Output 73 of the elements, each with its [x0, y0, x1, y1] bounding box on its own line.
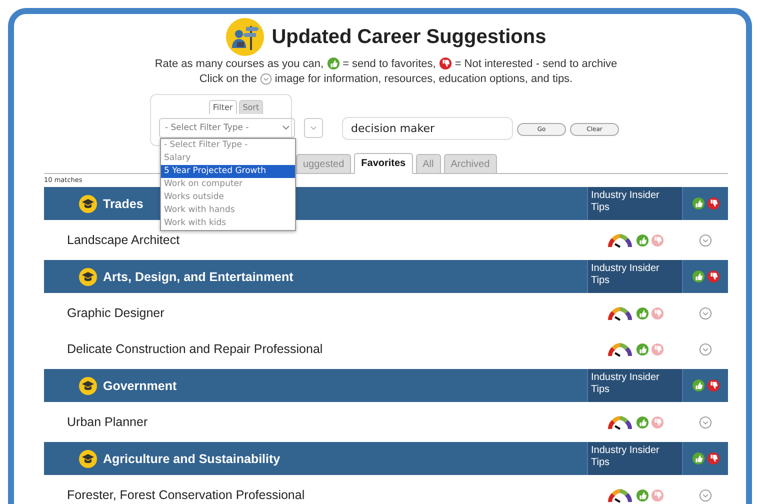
gauge-icon: [606, 305, 634, 321]
thumbs-up-icon: [692, 452, 704, 465]
panel-tab[interactable]: Filter: [208, 100, 237, 114]
expand-chevron-icon[interactable]: [699, 488, 712, 502]
expand-chevron-icon[interactable]: [699, 416, 712, 428]
dropdown-option[interactable]: Work with kids: [161, 217, 295, 230]
instruction-text: = Not interested - send to archive: [454, 58, 618, 70]
panel-tab[interactable]: Sort: [238, 100, 264, 114]
page-title: Updated Career Suggestions: [272, 26, 546, 48]
thumbs-down-icon: [706, 270, 720, 283]
search-field[interactable]: decision maker: [342, 117, 513, 140]
expand-chevron-icon[interactable]: [699, 306, 712, 320]
dropdown-option[interactable]: Salary: [161, 152, 295, 165]
thumbs-up-icon: [326, 57, 340, 70]
thumbs-up-icon: [692, 270, 704, 283]
tips-header: Industry Insider Tips: [587, 442, 683, 475]
category-name: Arts, Design, and Entertainment: [103, 270, 294, 284]
filter-type-select[interactable]: - Select Filter Type -: [159, 118, 295, 138]
list-tab[interactable]: uggested: [296, 154, 352, 173]
tips-header: Industry Insider Tips: [587, 187, 683, 220]
graduation-cap-icon: [79, 194, 97, 212]
thumbs-down-icon: [438, 57, 452, 70]
instruction-text: Rate as many courses as you can,: [154, 58, 324, 70]
graduation-cap-icon: [79, 450, 97, 468]
expand-chevron-icon[interactable]: [699, 342, 712, 356]
tips-header: Industry Insider Tips: [587, 369, 683, 402]
thumbs-down-button[interactable]: [651, 488, 664, 502]
dropdown-option[interactable]: 5 Year Projected Growth: [161, 165, 295, 178]
gauge-icon: [606, 414, 634, 430]
thumbs-down-icon: [706, 197, 720, 210]
category-name: Government: [103, 378, 177, 392]
graduation-cap-icon: [79, 376, 97, 394]
list-tab[interactable]: All: [416, 154, 441, 173]
thumbs-up-button[interactable]: [636, 234, 649, 246]
caret-icon: [310, 126, 317, 130]
dropdown-option[interactable]: - Select Filter Type -: [161, 139, 295, 152]
career-name: Landscape Architect: [66, 233, 181, 247]
caret-icon: [282, 125, 290, 131]
thumbs-down-icon: [706, 452, 720, 465]
thumbs-up-icon: [692, 379, 704, 392]
thumbs-up-button[interactable]: [636, 488, 649, 502]
thumbs-up-button[interactable]: [636, 416, 649, 428]
thumbs-down-button[interactable]: [651, 306, 664, 320]
instruction-text: Click on the: [199, 72, 257, 84]
gauge-icon: [606, 341, 634, 357]
thumbs-up-icon: [692, 197, 704, 210]
dropdown-option[interactable]: Work on computer: [161, 178, 295, 191]
list-tab[interactable]: Archived: [444, 154, 497, 173]
filter-value-select[interactable]: [304, 118, 323, 138]
tips-header: Industry Insider Tips: [587, 260, 683, 293]
list-tab[interactable]: Favorites: [354, 153, 413, 174]
thumbs-up-button[interactable]: [636, 306, 649, 320]
chevron-circle-icon[interactable]: [260, 72, 272, 84]
career-name: Forester, Forest Conservation Professional: [66, 488, 306, 502]
category-name: Agriculture and Sustainability: [103, 452, 280, 466]
thumbs-down-button[interactable]: [651, 234, 664, 246]
thumbs-down-icon: [706, 379, 720, 392]
gauge-icon: [606, 487, 634, 503]
thumbs-down-button[interactable]: [651, 416, 664, 428]
career-name: Delicate Construction and Repair Professional: [66, 342, 324, 356]
dropdown-option[interactable]: Works outside: [161, 191, 295, 204]
person-signpost-icon: [226, 18, 264, 56]
gauge-icon: [606, 232, 634, 248]
career-name: Urban Planner: [66, 415, 149, 429]
career-name: Graphic Designer: [66, 306, 166, 320]
category-name: Trades: [103, 196, 144, 210]
thumbs-up-button[interactable]: [636, 342, 649, 356]
graduation-cap-icon: [79, 268, 97, 286]
instruction-text: = send to favorites,: [342, 58, 436, 70]
instruction-text: image for information, resources, education options, and tips.: [274, 72, 573, 84]
dropdown-option[interactable]: Work with hands: [161, 204, 295, 217]
expand-chevron-icon[interactable]: [699, 234, 712, 246]
thumbs-down-button[interactable]: [651, 342, 664, 356]
